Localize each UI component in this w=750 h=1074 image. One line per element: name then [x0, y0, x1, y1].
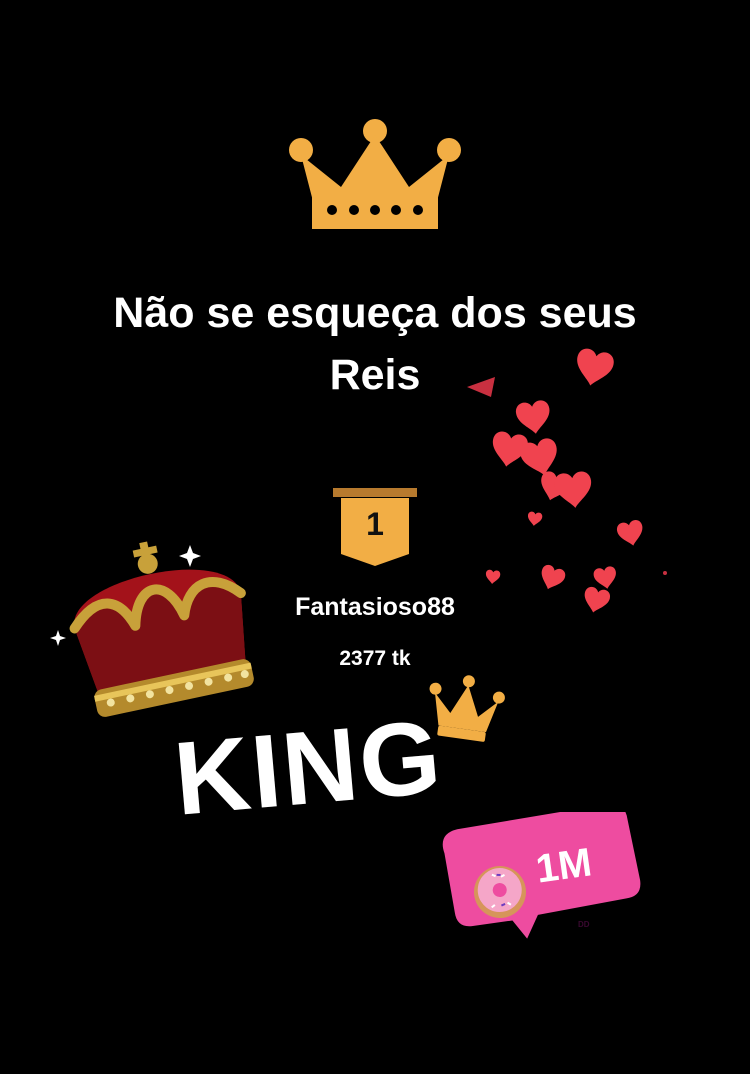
- crown-icon: [289, 119, 461, 229]
- likes-tag: DD: [578, 920, 590, 929]
- likes-count: 1M: [533, 840, 595, 892]
- hearts-icon: [467, 346, 667, 616]
- story-canvas: Não se esqueça dos seus Reis 1 Fantasios…: [0, 0, 750, 1074]
- crown-icon: [429, 675, 505, 742]
- king-text: KING: [169, 698, 448, 838]
- rank-number: 1: [366, 506, 384, 542]
- ranked-username: Fantasioso88: [295, 593, 455, 621]
